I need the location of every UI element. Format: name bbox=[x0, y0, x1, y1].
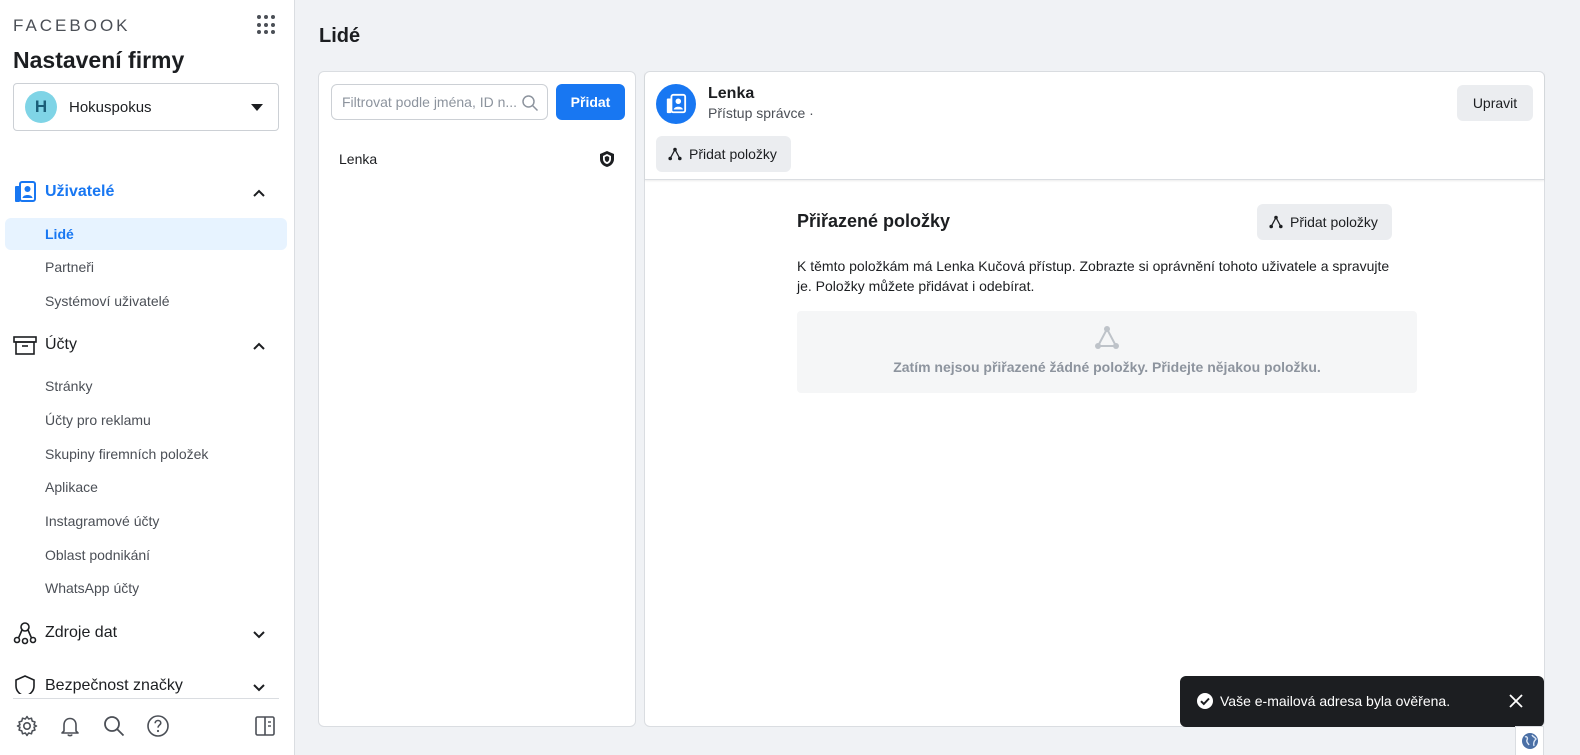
business-selector[interactable]: H Hokuspokus bbox=[13, 83, 279, 131]
globe-icon bbox=[1521, 733, 1538, 749]
people-list-panel: Přidat Lenka bbox=[318, 71, 636, 727]
bell-icon[interactable] bbox=[58, 714, 82, 738]
sidebar-item-business-asset-groups[interactable]: Skupiny firemních položek bbox=[5, 438, 287, 470]
business-name: Hokuspokus bbox=[69, 98, 152, 116]
sidebar: FACEBOOK Nastavení firmy H Hokuspokus Už… bbox=[0, 0, 295, 755]
nav-section-label: Bezpečnost značky bbox=[45, 677, 183, 694]
assigned-items-title: Přiřazené položky bbox=[797, 211, 951, 231]
sidebar-divider bbox=[13, 698, 279, 699]
search-box[interactable] bbox=[331, 84, 548, 120]
close-icon[interactable] bbox=[1508, 693, 1524, 709]
page-title: Lidé bbox=[319, 25, 361, 47]
panel-toggle-icon[interactable] bbox=[253, 714, 277, 738]
assigned-add-items-button[interactable]: Přidat položky bbox=[1257, 204, 1392, 240]
admin-shield-icon bbox=[600, 151, 614, 167]
caret-down-icon bbox=[251, 104, 263, 111]
sidebar-item-whatsapp-accounts[interactable]: WhatsApp účty bbox=[5, 572, 287, 604]
apps-grid-icon[interactable] bbox=[256, 14, 278, 36]
check-circle-icon bbox=[1197, 693, 1213, 709]
nav-clip: Bezpečnost značky bbox=[0, 660, 295, 694]
nav-section-label: Účty bbox=[45, 336, 77, 353]
shield-outline-icon bbox=[15, 675, 35, 694]
user-avatar bbox=[656, 84, 696, 124]
data-sources-icon bbox=[13, 622, 37, 645]
empty-state-text: Zatím nejsou přiřazené žádné položky. Př… bbox=[893, 359, 1321, 375]
language-globe-button[interactable] bbox=[1515, 726, 1544, 755]
nav-section-brand-safety[interactable]: Bezpečnost značky bbox=[0, 668, 295, 694]
business-settings-title: Nastavení firmy bbox=[13, 47, 185, 73]
sidebar-item-partners[interactable]: Partneři bbox=[5, 251, 287, 283]
chevron-up-icon bbox=[253, 189, 265, 197]
nav-section-users[interactable]: Uživatelé bbox=[0, 174, 295, 210]
person-detail-panel: Lenka Přístup správce · Upravit Přidat p… bbox=[644, 71, 1545, 727]
sidebar-item-instagram-accounts[interactable]: Instagramové účty bbox=[5, 505, 287, 537]
person-name: Lenka bbox=[339, 151, 378, 167]
facebook-logo: FACEBOOK bbox=[13, 16, 131, 35]
assets-icon bbox=[668, 147, 682, 161]
add-person-button[interactable]: Přidat bbox=[556, 84, 625, 120]
detail-header: Lenka Přístup správce · Upravit Přidat p… bbox=[645, 72, 1544, 180]
nav-section-label: Uživatelé bbox=[45, 183, 115, 200]
chevron-up-icon bbox=[253, 342, 265, 350]
user-badge-icon bbox=[666, 93, 687, 114]
search-icon bbox=[522, 95, 539, 112]
help-icon[interactable] bbox=[146, 714, 170, 738]
add-items-label: Přidat položky bbox=[1290, 214, 1378, 230]
assets-icon bbox=[1269, 215, 1283, 229]
gear-icon[interactable] bbox=[15, 714, 39, 738]
add-items-button[interactable]: Přidat položky bbox=[656, 136, 791, 172]
assets-icon bbox=[1095, 326, 1119, 349]
user-name: Lenka bbox=[708, 85, 755, 102]
archive-box-icon bbox=[13, 336, 37, 355]
chevron-down-icon bbox=[253, 684, 265, 692]
search-icon[interactable] bbox=[102, 714, 126, 738]
assigned-items-description: K těmto položkám má Lenka Kučová přístup… bbox=[797, 258, 1390, 294]
list-item[interactable]: Lenka bbox=[319, 142, 635, 176]
chevron-down-icon bbox=[253, 631, 265, 639]
toast-notification: Vaše e-mailová adresa byla ověřena. bbox=[1180, 676, 1544, 727]
business-avatar: H bbox=[25, 91, 57, 123]
sidebar-item-apps[interactable]: Aplikace bbox=[5, 471, 287, 503]
users-icon bbox=[15, 181, 36, 202]
toast-message: Vaše e-mailová adresa byla ověřena. bbox=[1220, 693, 1451, 709]
edit-button[interactable]: Upravit bbox=[1457, 85, 1533, 121]
sidebar-item-pages[interactable]: Stránky bbox=[5, 370, 287, 402]
sidebar-item-line-of-business[interactable]: Oblast podnikání bbox=[5, 539, 287, 571]
search-input[interactable] bbox=[342, 94, 517, 110]
nav-section-accounts[interactable]: Účty bbox=[0, 327, 295, 363]
add-items-label: Přidat položky bbox=[689, 146, 777, 162]
user-role: Přístup správce · bbox=[708, 105, 814, 121]
nav-section-label: Zdroje dat bbox=[45, 624, 118, 641]
sidebar-item-ad-accounts[interactable]: Účty pro reklamu bbox=[5, 404, 287, 436]
empty-state: Zatím nejsou přiřazené žádné položky. Př… bbox=[797, 311, 1417, 393]
sidebar-item-people[interactable]: Lidé bbox=[5, 218, 287, 250]
sidebar-item-system-users[interactable]: Systémoví uživatelé bbox=[5, 285, 287, 317]
nav-section-data-sources[interactable]: Zdroje dat bbox=[0, 615, 295, 651]
